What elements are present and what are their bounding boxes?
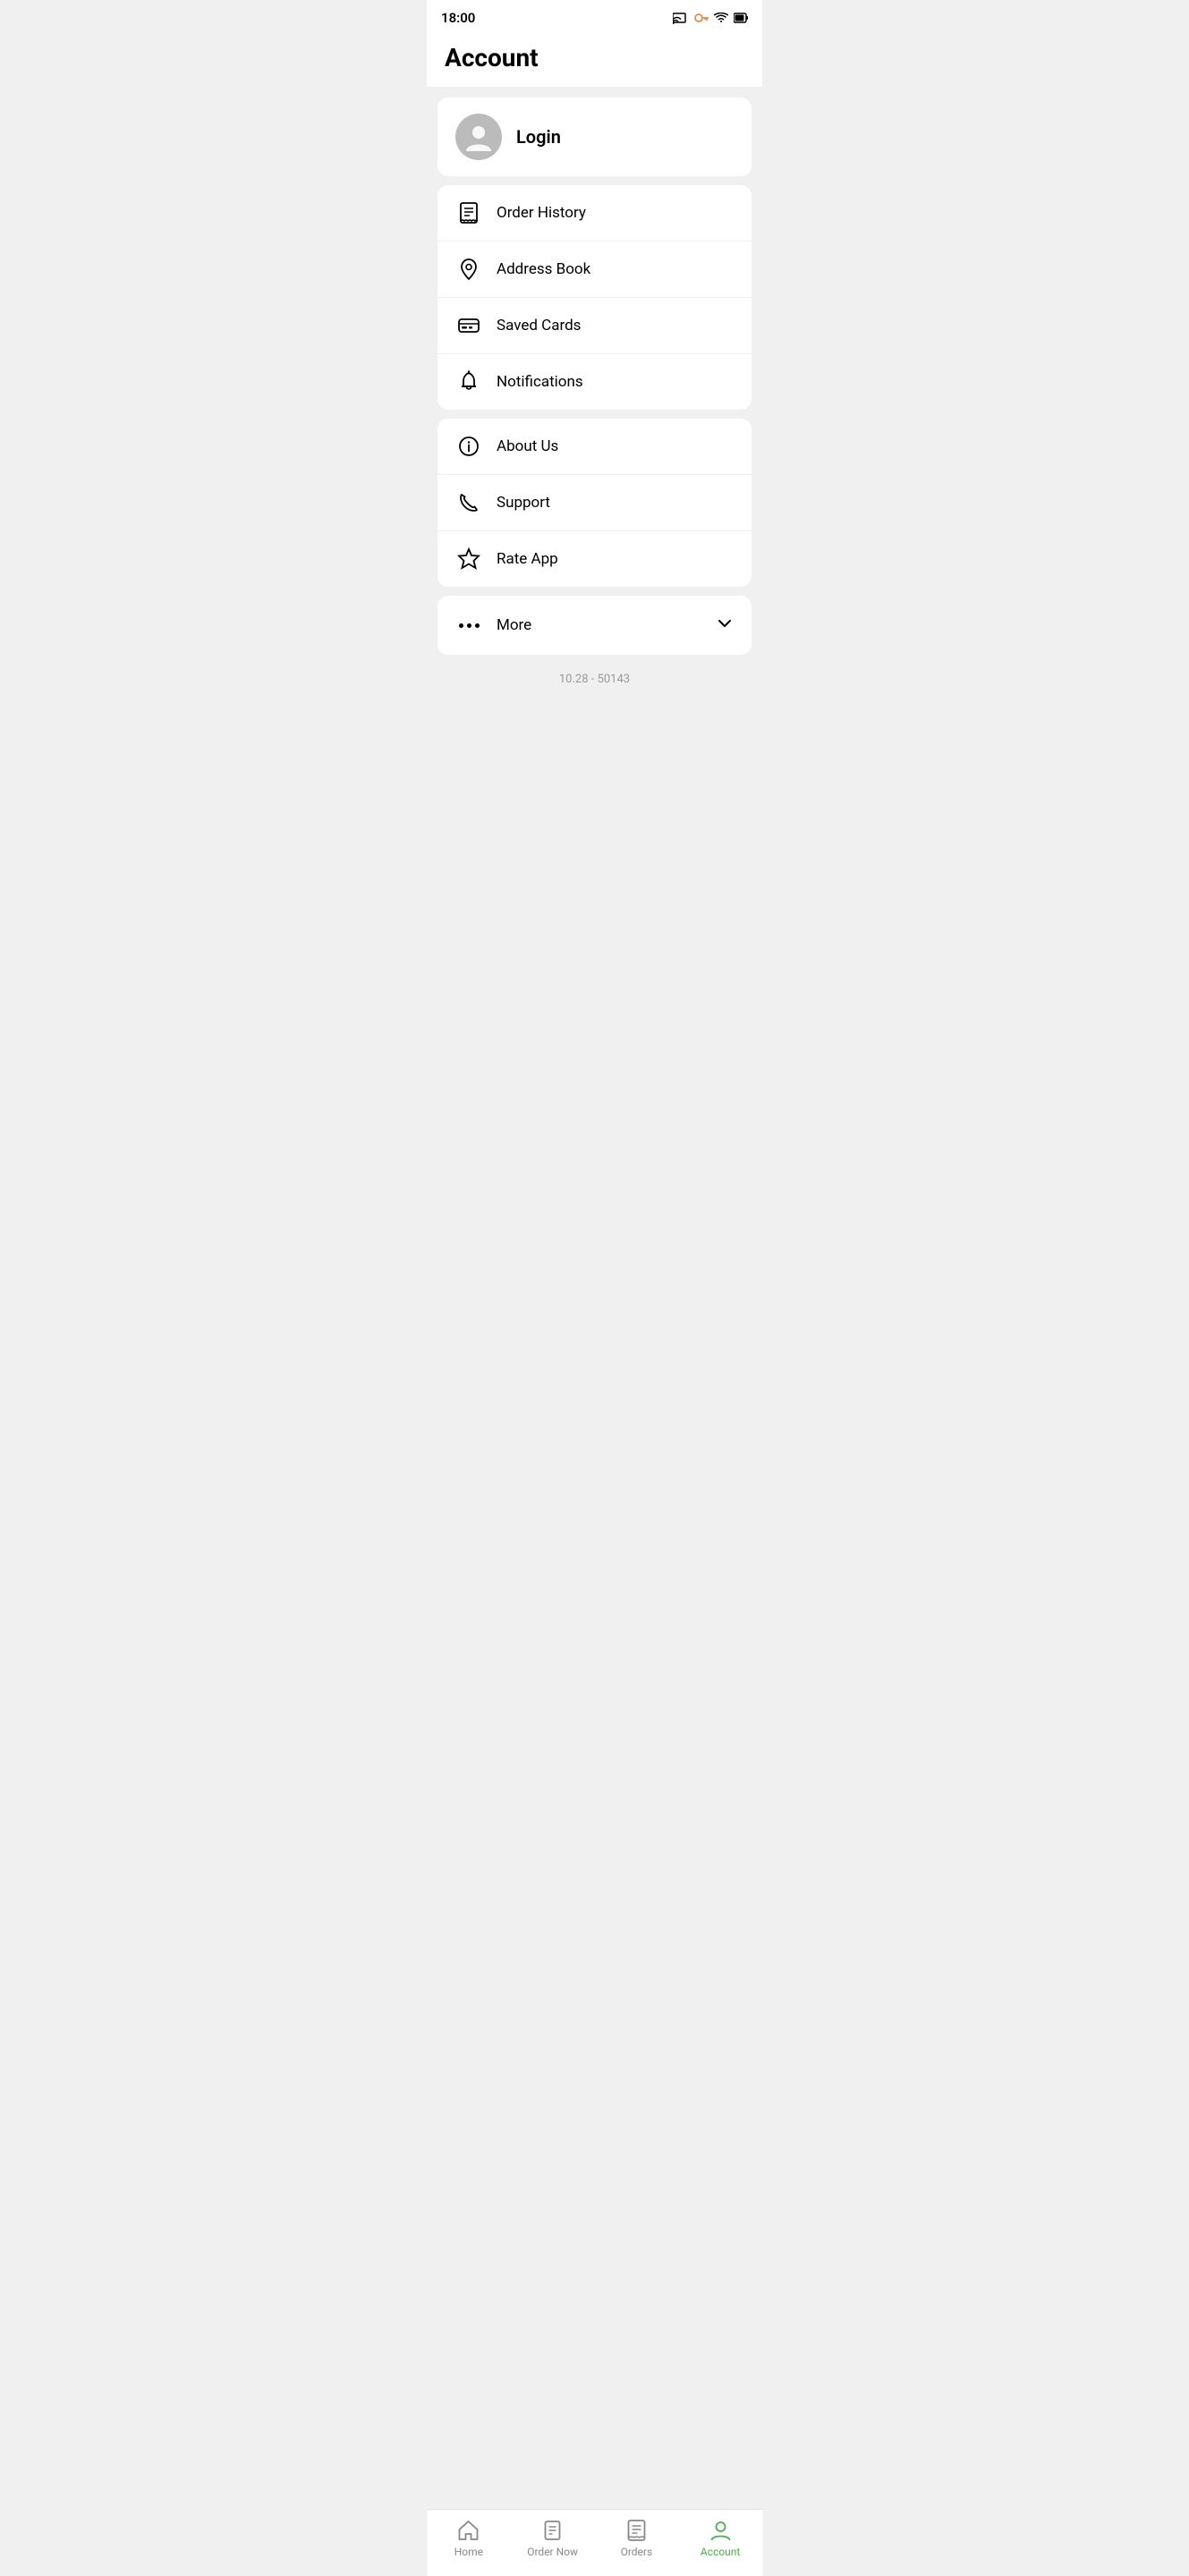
status-time: 18:00 (441, 10, 475, 26)
more-card: More (437, 596, 752, 655)
page-title: Account (427, 32, 762, 87)
order-history-item[interactable]: Order History (437, 185, 752, 241)
nav-account[interactable]: Account (678, 2519, 762, 2558)
wifi-icon (714, 13, 728, 23)
more-item[interactable]: More (437, 596, 752, 655)
more-left: More (455, 612, 531, 639)
nav-order-now-label: Order Now (527, 2546, 578, 2558)
location-icon (455, 256, 482, 283)
version-text: 10.28 - 50143 (437, 664, 752, 690)
account-icon (709, 2519, 732, 2542)
login-button[interactable]: Login (437, 97, 752, 176)
orders-icon (624, 2519, 648, 2542)
bell-icon (455, 369, 482, 395)
menu-section-2: About Us Support Rate App (437, 419, 752, 587)
bottom-nav: Home Order Now Orders (427, 2509, 762, 2576)
nav-home-label: Home (454, 2546, 483, 2558)
order-now-icon (541, 2519, 565, 2542)
address-book-label: Address Book (497, 260, 590, 278)
cast-icon (673, 12, 689, 24)
avatar-icon (455, 114, 502, 160)
nav-order-now[interactable]: Order Now (511, 2519, 595, 2558)
nav-orders[interactable]: Orders (595, 2519, 679, 2558)
nav-home[interactable]: Home (427, 2519, 511, 2558)
nav-account-label: Account (701, 2546, 740, 2558)
login-label: Login (516, 126, 561, 148)
about-us-item[interactable]: About Us (437, 419, 752, 474)
card-icon (455, 312, 482, 339)
order-history-label: Order History (497, 204, 586, 222)
nav-orders-label: Orders (621, 2546, 653, 2558)
about-us-label: About Us (497, 437, 558, 455)
status-bar: 18:00 (427, 0, 762, 32)
key-icon (694, 12, 709, 24)
home-icon (457, 2519, 480, 2542)
notifications-item[interactable]: Notifications (437, 353, 752, 410)
rate-app-item[interactable]: Rate App (437, 530, 752, 587)
support-label: Support (497, 494, 550, 512)
login-card: Login (437, 97, 752, 176)
menu-section-1: Order History Address Book (437, 185, 752, 410)
notifications-label: Notifications (497, 373, 583, 391)
status-icons (673, 12, 748, 24)
support-item[interactable]: Support (437, 474, 752, 530)
info-icon (455, 433, 482, 460)
battery-icon (734, 13, 748, 23)
more-label: More (497, 616, 531, 634)
receipt-icon (455, 199, 482, 226)
address-book-item[interactable]: Address Book (437, 241, 752, 297)
saved-cards-item[interactable]: Saved Cards (437, 297, 752, 353)
rate-app-label: Rate App (497, 550, 558, 568)
content: Login Order History (427, 87, 762, 790)
chevron-down-icon (716, 614, 734, 637)
saved-cards-label: Saved Cards (497, 317, 581, 335)
phone-icon (455, 489, 482, 516)
more-dots-icon (455, 612, 482, 639)
star-icon (455, 546, 482, 572)
